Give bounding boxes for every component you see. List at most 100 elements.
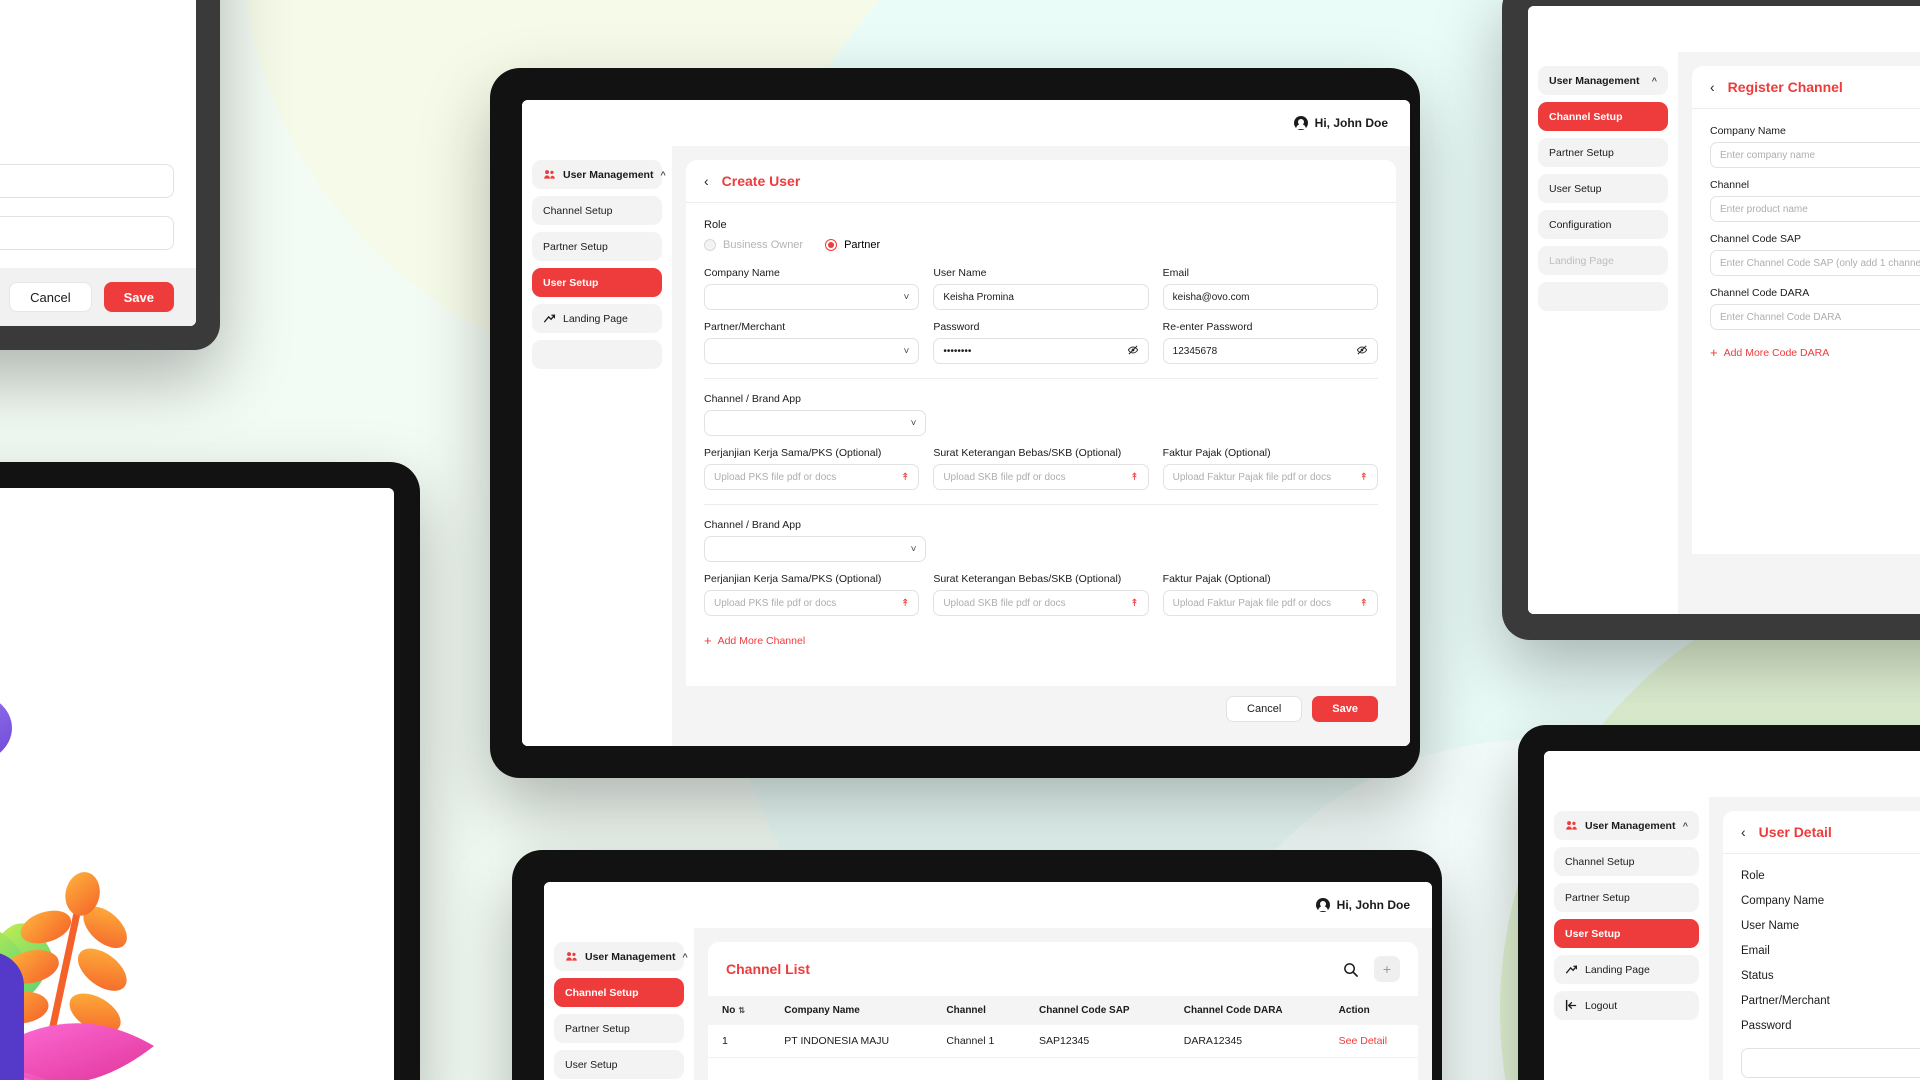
radio-partner[interactable]: Partner xyxy=(825,239,880,251)
channel-code-dara-input[interactable]: Enter Channel Code DARA xyxy=(1710,304,1920,330)
add-more-channel-button[interactable]: + Add More Channel xyxy=(704,634,805,647)
chevron-up-icon[interactable]: ^ xyxy=(1683,821,1688,831)
sidebar-item-partner-setup[interactable]: Partner Setup xyxy=(1538,138,1668,167)
upload-icon[interactable]: ↟ xyxy=(901,598,909,609)
save-button[interactable]: Save xyxy=(1312,696,1378,722)
user-greeting[interactable]: Hi, John Doe xyxy=(1315,898,1410,912)
sidebar-item-landing-page[interactable]: Landing Page xyxy=(532,304,662,333)
reenter-password-input[interactable]: 12345678 xyxy=(1162,338,1378,364)
add-channel-button[interactable]: + xyxy=(1374,956,1400,982)
upload-icon[interactable]: ↟ xyxy=(1130,472,1138,483)
sidebar-group-user-management[interactable]: User Management ^ xyxy=(1554,811,1699,840)
upload-icon[interactable]: ↟ xyxy=(901,472,909,483)
field-placeholder: Upload SKB file pdf or docs xyxy=(943,597,1066,609)
sidebar-item-channel-setup[interactable]: Channel Setup xyxy=(1554,847,1699,876)
column-channel-code-sap[interactable]: Channel Code SAP xyxy=(1025,996,1170,1025)
upload-pks-input[interactable]: Upload PKS file pdf or docs ↟ xyxy=(704,590,920,616)
chevron-up-icon[interactable]: ^ xyxy=(1652,76,1657,86)
channel-brand-app-select[interactable]: ˅ xyxy=(704,410,927,436)
sidebar-item-landing-page[interactable]: Landing Page xyxy=(1538,246,1668,275)
radio-business-owner[interactable]: Business Owner xyxy=(704,239,803,251)
account-circle-icon xyxy=(1315,898,1330,912)
sidebar-item-logout[interactable]: Logout xyxy=(532,340,662,369)
upload-pks-input[interactable]: Upload PKS file pdf or docs ↟ xyxy=(704,464,920,490)
device-register-channel: User Management ^ Channel Setup Partner … xyxy=(1502,0,1920,640)
chevron-left-icon[interactable]: ‹ xyxy=(704,174,709,188)
sidebar-item-channel-setup[interactable]: Channel Setup xyxy=(532,196,662,225)
search-icon[interactable] xyxy=(1337,956,1363,982)
sidebar-item-channel-setup[interactable]: Channel Setup xyxy=(1538,102,1668,131)
sidebar-item-partner-setup[interactable]: Partner Setup xyxy=(1554,883,1699,912)
chevron-left-icon[interactable]: ‹ xyxy=(1741,825,1746,839)
field-placeholder: Enter product name xyxy=(1720,203,1808,215)
sidebar-item-label: Landing Page xyxy=(1549,254,1614,267)
mini-input-2[interactable] xyxy=(0,216,174,250)
detail-extra-input[interactable] xyxy=(1741,1048,1920,1078)
field-label: Surat Keterangan Bebas/SKB (Optional) xyxy=(933,573,1122,585)
mini-input-1[interactable] xyxy=(0,164,174,198)
field-channel: Channel Enter product name xyxy=(1710,179,1920,222)
sidebar-item-configuration[interactable]: Configuration xyxy=(1538,210,1668,239)
upload-faktur-input[interactable]: Upload Faktur Pajak file pdf or docs ↟ xyxy=(1162,464,1378,490)
upload-icon[interactable]: ↟ xyxy=(1360,472,1368,483)
sidebar-item-label: User Setup xyxy=(1549,182,1602,195)
sidebar-item-logout[interactable]: Logout xyxy=(1554,991,1699,1020)
sidebar-item-partner-setup[interactable]: Partner Setup xyxy=(554,1014,684,1043)
sidebar-item-extra[interactable] xyxy=(1538,282,1668,311)
sidebar-item-user-setup[interactable]: User Setup xyxy=(554,1050,684,1079)
field-label: Channel / Brand App xyxy=(704,393,801,405)
cancel-button[interactable]: Cancel xyxy=(1226,696,1303,722)
see-detail-link[interactable]: See Detail xyxy=(1324,1025,1418,1058)
upload-pks: Perjanjian Kerja Sama/PKS (Optional) Upl… xyxy=(704,573,920,616)
column-channel[interactable]: Channel xyxy=(932,996,1026,1025)
user-greeting[interactable]: Hi, John Doe xyxy=(1293,116,1388,130)
sidebar: User Management ^ Channel Setup Partner … xyxy=(1528,52,1678,614)
chevron-left-icon[interactable]: ‹ xyxy=(1710,80,1715,94)
company-name-input[interactable]: Enter company name xyxy=(1710,142,1920,168)
password-input[interactable]: •••••••• xyxy=(933,338,1149,364)
user-fields-grid: Company Name ˅ User Name Keisha Promina … xyxy=(704,267,1378,364)
column-channel-code-dara[interactable]: Channel Code DARA xyxy=(1169,996,1325,1025)
upload-skb-input[interactable]: Upload SKB file pdf or docs ↟ xyxy=(933,464,1149,490)
illustration-stage xyxy=(0,488,394,1080)
save-button[interactable]: Save xyxy=(103,282,174,312)
table-row[interactable]: 1 PT INDONESIA MAJU Channel 1 SAP12345 D… xyxy=(708,1025,1418,1058)
sidebar-item-label: User Setup xyxy=(565,1058,618,1071)
upload-icon[interactable]: ↟ xyxy=(1360,598,1368,609)
upload-faktur-input[interactable]: Upload Faktur Pajak file pdf or docs ↟ xyxy=(1162,590,1378,616)
table-header-bar: Channel List + xyxy=(708,942,1418,996)
email-input[interactable]: keisha@ovo.com xyxy=(1162,284,1378,310)
sidebar-item-partner-setup[interactable]: Partner Setup xyxy=(532,232,662,261)
cell-channel: Channel 1 xyxy=(932,1025,1026,1058)
chevron-up-icon[interactable]: ^ xyxy=(660,170,665,180)
upload-skb-input[interactable]: Upload SKB file pdf or docs ↟ xyxy=(933,590,1149,616)
cancel-button[interactable]: Cancel xyxy=(9,282,92,312)
sidebar-group-user-management[interactable]: User Management ^ xyxy=(1538,66,1668,95)
partner-merchant-select[interactable]: ˅ xyxy=(704,338,920,364)
upload-icon[interactable]: ↟ xyxy=(1130,598,1138,609)
sidebar-item-user-setup[interactable]: User Setup xyxy=(532,268,662,297)
field-placeholder: Enter company name xyxy=(1720,149,1816,161)
chevron-up-icon[interactable]: ^ xyxy=(682,952,687,962)
sidebar-item-user-setup[interactable]: User Setup xyxy=(1538,174,1668,203)
sidebar-group-user-management[interactable]: User Management ^ xyxy=(554,942,688,971)
company-name-select[interactable]: ˅ xyxy=(704,284,920,310)
field-value: 12345678 xyxy=(1172,345,1218,357)
sidebar-group-user-management[interactable]: User Management ^ xyxy=(532,160,666,189)
eye-off-icon[interactable] xyxy=(1127,344,1139,359)
column-company-name[interactable]: Company Name xyxy=(770,996,933,1025)
add-more-code-dara-button[interactable]: + Add More Code DARA xyxy=(1710,346,1829,359)
user-name-input[interactable]: Keisha Promina xyxy=(933,284,1149,310)
channel-brand-app-select[interactable]: ˅ xyxy=(704,536,927,562)
upload-faktur-pajak: Faktur Pajak (Optional) Upload Faktur Pa… xyxy=(1162,447,1378,490)
sidebar-item-user-setup[interactable]: User Setup xyxy=(1554,919,1699,948)
channel-code-sap-input[interactable]: Enter Channel Code SAP (only add 1 chann… xyxy=(1710,250,1920,276)
sidebar-item-landing-page[interactable]: Landing Page xyxy=(1554,955,1699,984)
channel-input[interactable]: Enter product name xyxy=(1710,196,1920,222)
column-no[interactable]: No ⇅ xyxy=(708,996,771,1025)
eye-off-icon[interactable] xyxy=(1356,344,1368,359)
sidebar-item-channel-setup[interactable]: Channel Setup xyxy=(554,978,684,1007)
sort-arrows-icon[interactable]: ⇅ xyxy=(738,1006,745,1015)
mini-form-screen: Cancel Save xyxy=(0,0,196,326)
app-topbar xyxy=(1544,751,1920,797)
